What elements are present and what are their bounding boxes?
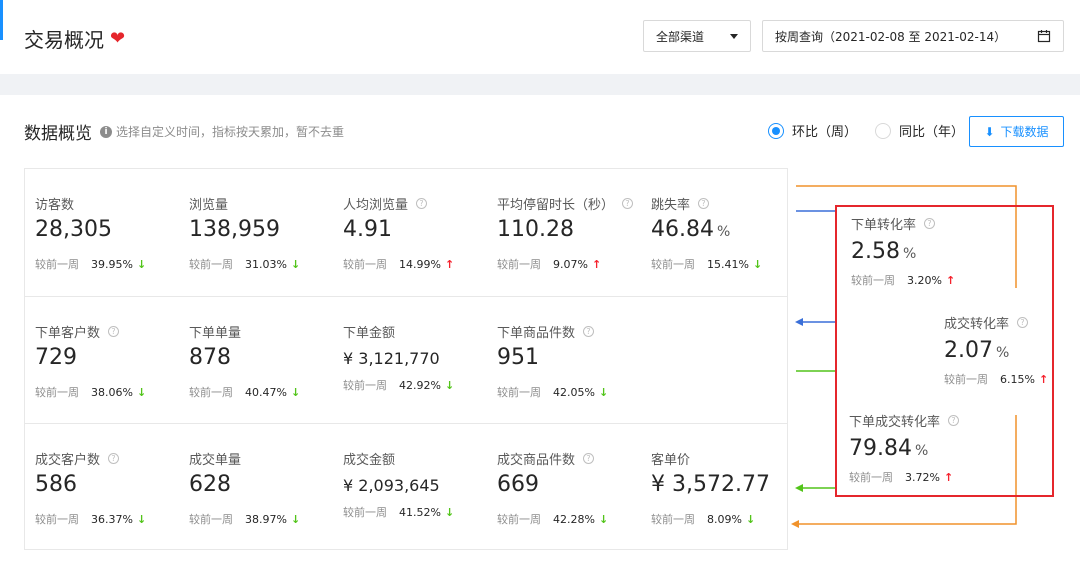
conversion-value: 2.07% — [944, 338, 1048, 363]
green-line — [796, 370, 837, 489]
compare-pct: 3.72% — [905, 470, 940, 484]
compare-label: 较前一周 — [849, 471, 893, 484]
accent-bar — [0, 0, 3, 40]
arrow-up-icon: ↑ — [945, 273, 956, 287]
conversion-label: 成交转化率? — [944, 313, 1048, 332]
blue-arrowhead — [795, 318, 803, 326]
conversion-unit: % — [902, 246, 917, 262]
arrow-up-icon: ↑ — [1038, 372, 1049, 386]
conversion-value-text: 2.58 — [851, 239, 900, 264]
page-title-text: 交易概况 — [24, 28, 104, 52]
conversion-deal-rate: 成交转化率? 2.07% 较前一周 6.15% ↑ — [944, 313, 1048, 387]
conversion-value: 79.84% — [849, 436, 959, 461]
heart-icon: ❤ — [110, 28, 126, 49]
compare-label: 较前一周 — [944, 373, 988, 386]
conversion-label: 下单转化率? — [851, 214, 955, 233]
conversion-label-text: 成交转化率 — [944, 317, 1010, 332]
help-icon[interactable]: ? — [948, 415, 960, 426]
conversion-value-text: 79.84 — [849, 436, 912, 461]
arrow-up-icon: ↑ — [943, 470, 954, 484]
green-arrowhead — [795, 484, 803, 492]
date-range-value: 按周查询（2021-02-08 至 2021-02-14） — [775, 29, 1007, 44]
conversion-value-text: 2.07 — [944, 338, 993, 363]
conversion-label: 下单成交转化率? — [849, 411, 960, 430]
conversion-compare: 较前一周 3.72% ↑ — [849, 469, 959, 485]
caret-down-icon — [730, 33, 738, 39]
calendar-icon — [1037, 30, 1051, 43]
conversion-order-rate: 下单转化率? 2.58% 较前一周 3.20% ↑ — [851, 214, 955, 288]
conversion-compare: 较前一周 3.20% ↑ — [851, 272, 955, 288]
compare-label: 较前一周 — [851, 274, 895, 287]
conversion-label-text: 下单转化率 — [851, 218, 917, 233]
page-title: 交易概况 ❤ — [24, 24, 125, 53]
conversion-unit: % — [995, 345, 1010, 361]
help-icon[interactable]: ? — [924, 218, 936, 229]
channel-select[interactable]: 全部渠道 — [643, 20, 751, 52]
compare-pct: 6.15% — [1000, 372, 1035, 386]
date-range-picker[interactable]: 按周查询（2021-02-08 至 2021-02-14） — [762, 20, 1064, 52]
conversion-order-deal-rate: 下单成交转化率? 79.84% 较前一周 3.72% ↑ — [849, 411, 960, 485]
conversion-label-text: 下单成交转化率 — [849, 415, 941, 430]
conversion-compare: 较前一周 6.15% ↑ — [944, 371, 1048, 387]
help-icon[interactable]: ? — [1017, 317, 1029, 328]
overview-panel: 数据概览 i 选择自定义时间，指标按天累加，暂不去重 环比（周） 同比（年） ⬇… — [0, 95, 1080, 563]
conversion-value: 2.58% — [851, 239, 955, 264]
conversion-unit: % — [914, 443, 929, 459]
channel-select-value: 全部渠道 — [656, 29, 705, 44]
orange-arrowhead — [791, 520, 799, 528]
compare-pct: 3.20% — [907, 273, 942, 287]
top-bar: 交易概况 ❤ 全部渠道 按周查询（2021-02-08 至 2021-02-14… — [0, 0, 1080, 74]
blue-line — [796, 210, 837, 323]
